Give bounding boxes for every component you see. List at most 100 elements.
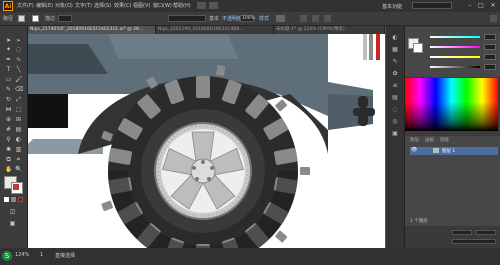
graph-tool-icon[interactable]: ▥ (15, 146, 22, 153)
perspective-grid-icon[interactable]: ⊞ (15, 116, 22, 123)
menu-effect[interactable]: 效果(C) (114, 2, 131, 9)
maximize-icon[interactable]: □ (477, 2, 485, 9)
brushes-panel-icon[interactable]: ✎ (390, 58, 400, 66)
visibility-eye-icon[interactable]: 👁 (411, 148, 417, 153)
artboard-canvas[interactable] (28, 34, 385, 248)
stroke-swatch[interactable] (32, 15, 39, 22)
workspace-switcher[interactable]: 基本功能 (382, 3, 402, 10)
page-number[interactable]: 1 (40, 252, 43, 258)
width-tool-icon[interactable]: ⋈ (5, 106, 12, 113)
gradient-panel-icon[interactable]: ▤ (390, 94, 400, 102)
symbol-sprayer-icon[interactable]: ✺ (5, 146, 12, 153)
menu-window[interactable]: 窗口(W) (153, 2, 172, 9)
appearance-panel-icon[interactable]: ◎ (390, 118, 400, 126)
selection-tool-icon[interactable]: ➤ (5, 37, 12, 44)
screen-mode-icon[interactable]: ▣ (9, 220, 16, 227)
black-value[interactable] (484, 64, 496, 70)
close-icon[interactable]: ✕ (489, 2, 497, 9)
magic-wand-icon[interactable]: ✦ (5, 46, 12, 53)
menu-type[interactable]: 文字(T) (75, 2, 92, 9)
color-panel-icon[interactable]: ◐ (390, 34, 400, 42)
menu-select[interactable]: 选择(S) (94, 2, 111, 9)
direct-selection-tool-icon[interactable]: ➢ (15, 37, 22, 44)
drawing-mode-icon[interactable]: ◫ (9, 208, 16, 215)
align-icon[interactable] (300, 15, 307, 22)
pen-tool-icon[interactable]: ✒ (5, 56, 12, 63)
gradient-mode-icon[interactable] (11, 197, 16, 202)
yellow-value[interactable] (484, 54, 496, 60)
color-stroke-preview[interactable] (413, 43, 423, 53)
tab-document-1[interactable]: Nips_2174050F_20180916E5F24EE31E.ai* @ 2… (28, 26, 156, 34)
cyan-slider[interactable] (430, 36, 480, 38)
bridge-icon[interactable] (197, 2, 206, 9)
graphic-style-swatch[interactable] (276, 15, 285, 22)
mesh-tool-icon[interactable]: # (5, 126, 12, 133)
menu-view[interactable]: 视图(V) (133, 2, 150, 9)
ime-icon[interactable]: S (2, 251, 12, 261)
guide-strip-2 (369, 34, 373, 60)
scale-icon[interactable]: ⤢ (15, 96, 22, 103)
tab-artboards[interactable]: 画板 (425, 137, 434, 144)
lug-nut (210, 166, 214, 170)
graphic-styles-panel-icon[interactable]: ▣ (390, 130, 400, 138)
swatches-panel-icon[interactable]: ▦ (390, 46, 400, 54)
menu-file[interactable]: 文件(F) (17, 2, 34, 9)
tab-document-2[interactable]: Nips_2262199_201808D16E31C4B8... (156, 26, 274, 34)
brush-dropdown[interactable] (168, 15, 206, 22)
gradient-tool-icon[interactable]: ▤ (15, 126, 22, 133)
pencil-icon[interactable]: ✎ (5, 86, 12, 93)
yellow-slider[interactable] (430, 56, 480, 58)
stroke-panel-icon[interactable]: ≡ (390, 82, 400, 90)
layer-thumbnail (433, 148, 439, 153)
arrange-docs-icon[interactable] (209, 2, 218, 9)
menu-help[interactable]: 帮助(H) (173, 2, 191, 9)
menu-edit[interactable]: 编辑(E) (36, 2, 53, 9)
shape-builder-icon[interactable]: ⊕ (5, 116, 12, 123)
tab-document-3[interactable]: 未标题-1* @ 124% (CMYK/预览) (274, 26, 385, 34)
eyedropper-icon[interactable]: ⚲ (5, 136, 12, 143)
fill-swatch[interactable] (18, 15, 25, 22)
rotate-icon[interactable]: ↻ (5, 96, 12, 103)
opacity-field[interactable] (452, 230, 472, 235)
mask-field[interactable] (452, 239, 496, 244)
tab-links[interactable]: 链接 (440, 137, 449, 144)
transparency-panel-icon[interactable]: ◌ (390, 106, 400, 114)
none-mode-icon[interactable] (18, 197, 23, 202)
color-mode-icon[interactable] (4, 197, 9, 202)
color-spectrum[interactable] (405, 78, 498, 131)
cyan-value[interactable] (484, 34, 496, 40)
layer-name[interactable]: 图层 1 (442, 148, 455, 154)
magenta-value[interactable] (484, 44, 496, 50)
zoom-level[interactable]: 124% (15, 252, 29, 258)
line-tool-icon[interactable]: ╲ (15, 66, 22, 73)
black-slider[interactable] (430, 66, 480, 68)
blend-mode-field[interactable] (476, 230, 496, 235)
blend-tool-icon[interactable]: ◐ (15, 136, 22, 143)
opacity-label[interactable]: 不透明度 (222, 15, 242, 22)
hand-tool-icon[interactable]: ✋ (5, 166, 12, 173)
isolate-icon[interactable] (324, 15, 331, 22)
menu-object[interactable]: 对象(O) (55, 2, 73, 9)
eraser-icon[interactable]: ⌫ (15, 86, 23, 93)
magenta-slider[interactable] (430, 46, 480, 48)
wheel-well (28, 94, 68, 128)
paintbrush-icon[interactable]: 🖌 (15, 76, 23, 83)
rectangle-tool-icon[interactable]: ▭ (5, 76, 12, 83)
opacity-input[interactable]: 100% (240, 15, 255, 22)
slice-tool-icon[interactable]: ⌗ (15, 156, 22, 163)
artboard-tool-icon[interactable]: ⧉ (5, 156, 12, 163)
transform-icon[interactable] (312, 15, 319, 22)
zoom-tool-icon[interactable]: 🔍 (15, 166, 22, 173)
free-transform-icon[interactable]: ⬚ (15, 106, 22, 113)
lasso-icon[interactable]: ◌ (15, 46, 22, 53)
layer-count: 1 个图层 (410, 219, 428, 224)
curvature-tool-icon[interactable]: ∿ (15, 56, 22, 63)
style-link[interactable]: 样式 (259, 15, 269, 22)
search-input[interactable] (412, 2, 452, 9)
type-tool-icon[interactable]: T (5, 66, 12, 73)
symbols-panel-icon[interactable]: ✿ (390, 70, 400, 78)
panel-menu-icon[interactable] (490, 15, 497, 22)
stroke-weight-input[interactable] (58, 15, 72, 22)
tab-layers[interactable]: 图层 (410, 137, 419, 144)
minimize-icon[interactable]: – (466, 2, 474, 9)
